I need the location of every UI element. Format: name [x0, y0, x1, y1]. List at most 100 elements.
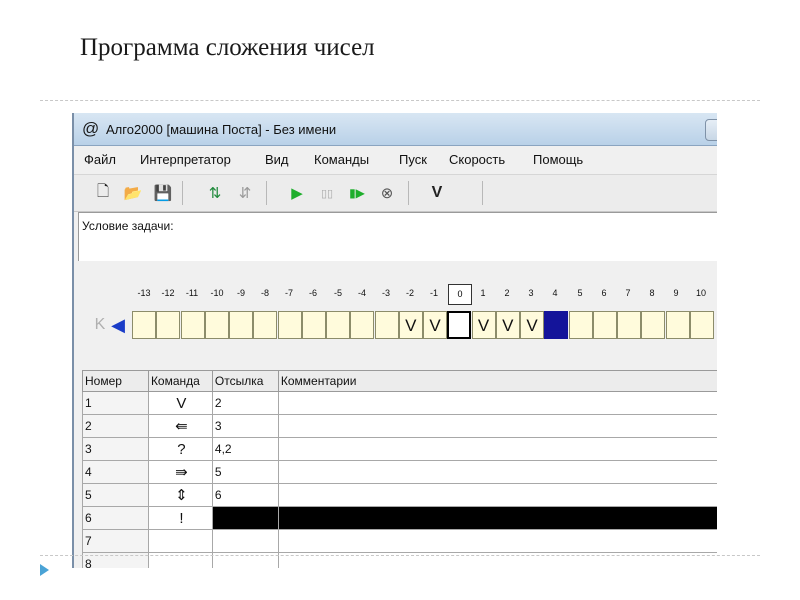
row-number-cell[interactable]: 5	[82, 483, 149, 507]
program-to-tape-icon[interactable]: ⇵	[234, 182, 256, 204]
command-cell[interactable]	[147, 529, 213, 553]
tape-cell[interactable]: V	[398, 311, 423, 339]
reference-cell[interactable]: 3	[211, 414, 279, 438]
table-row[interactable]: 2 ⇚ 3	[82, 414, 717, 438]
tape-cell[interactable]	[132, 311, 156, 339]
tape-cell[interactable]: V	[423, 311, 447, 339]
row-number-cell[interactable]: 6	[82, 506, 149, 530]
divider-bottom	[40, 555, 760, 556]
command-cell[interactable]: ⇛	[147, 460, 213, 484]
table-row[interactable]: 1V2	[82, 391, 717, 415]
tape-cell[interactable]: V	[471, 311, 496, 339]
comment-cell[interactable]	[277, 414, 717, 438]
tape-cell[interactable]	[544, 311, 569, 339]
reference-cell[interactable]: 4,2	[211, 437, 279, 461]
toolbar-separator	[408, 181, 409, 205]
menu-view[interactable]: Вид	[265, 152, 289, 167]
menu-help[interactable]: Помощь	[533, 152, 583, 167]
row-number-cell[interactable]: 4	[82, 460, 149, 484]
tape-number: 10	[695, 288, 706, 298]
tape-cell[interactable]: V	[495, 311, 520, 339]
app-logo-icon: @	[82, 119, 100, 138]
row-number-cell[interactable]: 2	[82, 414, 149, 438]
reference-cell[interactable]: 5	[211, 460, 279, 484]
menu-interpreter[interactable]: Интерпретатор	[140, 152, 231, 167]
tape-cell[interactable]	[374, 311, 399, 339]
tape-cell[interactable]	[301, 311, 326, 339]
step-icon[interactable]: ▮▶	[346, 182, 368, 204]
comment-cell[interactable]	[277, 391, 717, 415]
tape-number: -8	[260, 288, 269, 298]
tape-cell[interactable]	[156, 311, 181, 339]
menu-run[interactable]: Пуск	[399, 152, 427, 167]
comment-cell[interactable]	[277, 506, 717, 530]
save-disk-icon[interactable]: 💾	[152, 182, 174, 204]
divider-top	[40, 100, 760, 101]
tape-cell[interactable]	[689, 311, 714, 339]
menu-speed[interactable]: Скорость	[449, 152, 505, 167]
tape-scroll-start-button[interactable]: K	[92, 311, 108, 339]
tape-number: 5	[577, 288, 583, 298]
tape-cell[interactable]	[568, 311, 593, 339]
tape-cell[interactable]	[326, 311, 350, 339]
tape-cell[interactable]	[277, 311, 302, 339]
mark-v-icon[interactable]: V	[426, 182, 448, 204]
row-number-cell[interactable]: 3	[82, 437, 149, 461]
tape-number: 6	[601, 288, 607, 298]
tape-number: -4	[357, 288, 366, 298]
tape-cell[interactable]	[641, 311, 666, 339]
tape-cell[interactable]	[253, 311, 278, 339]
menu-file[interactable]: Файл	[84, 152, 116, 167]
tape-cell[interactable]	[204, 311, 229, 339]
tape-to-program-icon[interactable]: ⇅	[204, 182, 226, 204]
window-title: Алго2000 [машина Поста] - Без имени	[106, 122, 337, 137]
open-folder-icon[interactable]: 📂	[122, 182, 144, 204]
tape-scroll-left-icon[interactable]: ◀	[110, 311, 126, 339]
run-play-icon[interactable]: ▶	[286, 182, 308, 204]
tape-number: -12	[161, 288, 175, 298]
reference-cell[interactable]	[211, 506, 279, 530]
command-cell[interactable]: ⇕	[147, 483, 213, 507]
window-control-button[interactable]	[705, 119, 717, 141]
table-row[interactable]: 4 ⇛ 5	[82, 460, 717, 484]
tape-number: -3	[381, 288, 390, 298]
table-row[interactable]: 5 ⇕ 6	[82, 483, 717, 507]
tape-cell[interactable]	[350, 311, 375, 339]
task-condition-panel[interactable]: Условие задачи:	[78, 212, 717, 262]
command-cell[interactable]: ?	[147, 437, 213, 461]
menu-commands[interactable]: Команды	[314, 152, 369, 167]
tape-number: -7	[284, 288, 293, 298]
table-row[interactable]: 7	[82, 529, 717, 553]
app-window: @ Алго2000 [машина Поста] - Без имени Фа…	[72, 113, 717, 568]
reference-cell[interactable]: 2	[211, 391, 279, 415]
comment-cell[interactable]	[277, 460, 717, 484]
tape-cell[interactable]	[617, 311, 641, 339]
column-header-reference[interactable]: Отсылка	[211, 370, 279, 392]
command-cell[interactable]: ⇚	[147, 414, 213, 438]
comment-cell[interactable]	[277, 437, 717, 461]
row-number-cell[interactable]: 1	[82, 391, 149, 415]
row-number-cell[interactable]: 7	[82, 529, 149, 553]
tape-zero-marker: 0	[448, 284, 472, 305]
slide-title: Программа сложения чисел	[80, 34, 375, 61]
stop-icon[interactable]: ⊗	[376, 182, 398, 204]
table-row[interactable]: 3? 4,2	[82, 437, 717, 461]
tape-cell[interactable]: V	[520, 311, 544, 339]
command-cell[interactable]: V	[147, 391, 213, 415]
comment-cell[interactable]	[277, 529, 717, 553]
reference-cell[interactable]	[211, 529, 279, 553]
column-header-command[interactable]: Команда	[147, 370, 213, 392]
tape-cell[interactable]	[665, 311, 690, 339]
tape-cell[interactable]	[592, 311, 617, 339]
tape-cell[interactable]	[447, 311, 472, 339]
new-file-icon[interactable]: 🗋	[92, 182, 114, 204]
comment-cell[interactable]	[277, 483, 717, 507]
reference-cell[interactable]: 6	[211, 483, 279, 507]
tape-cell[interactable]	[180, 311, 205, 339]
pause-icon[interactable]: ▯▯	[316, 182, 338, 204]
command-cell[interactable]: !	[147, 506, 213, 530]
tape-cell[interactable]	[229, 311, 253, 339]
table-row[interactable]: 6!	[82, 506, 717, 530]
column-header-number[interactable]: Номер	[82, 370, 149, 392]
column-header-comments[interactable]: Комментарии	[277, 370, 717, 392]
